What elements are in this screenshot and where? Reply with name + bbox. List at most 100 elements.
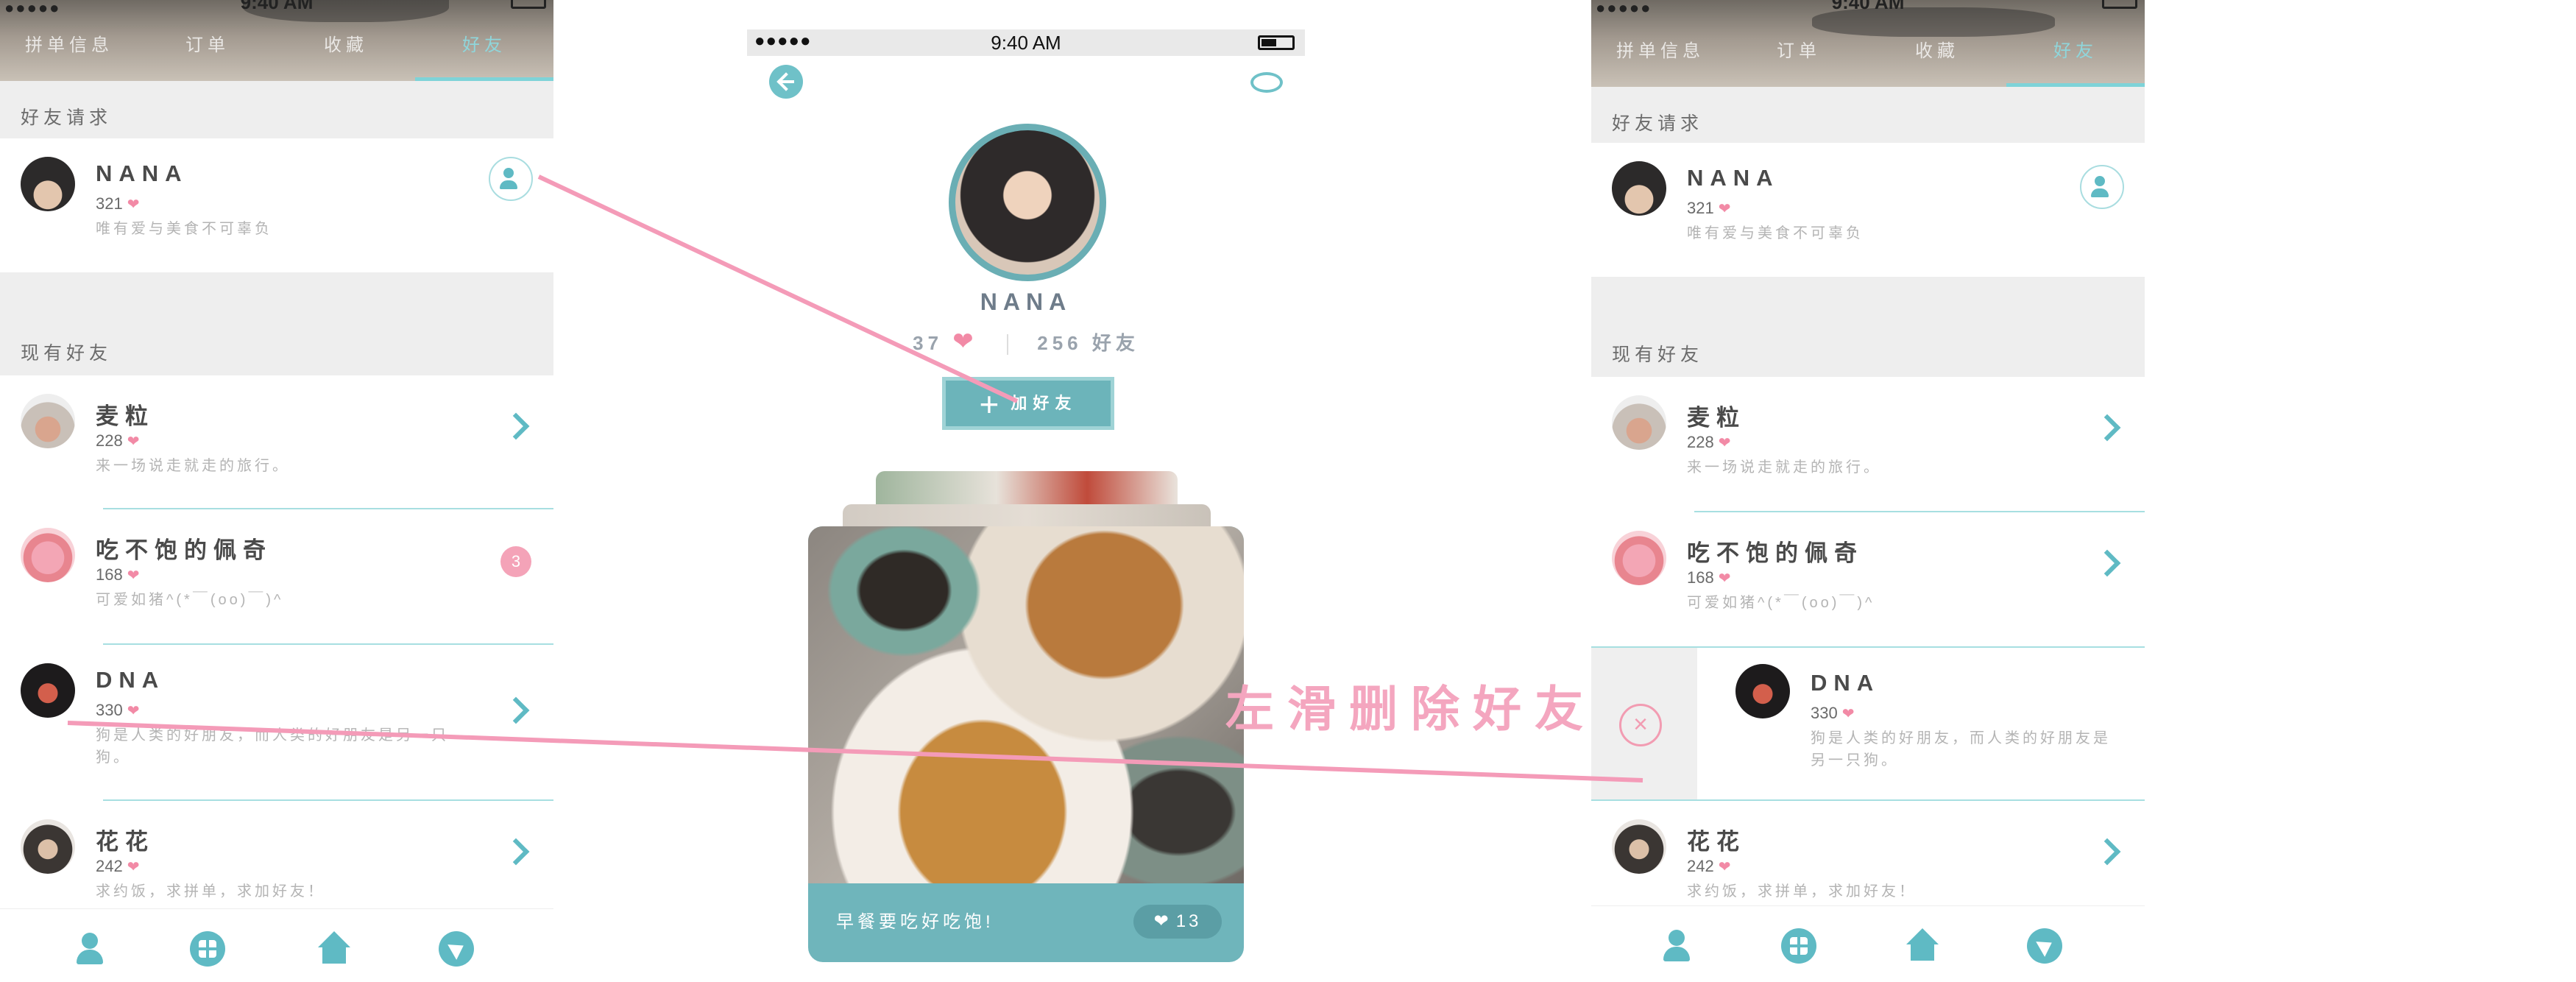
friend-bio: 可爱如猪^(*￣(oo)￣)^	[1687, 595, 1875, 611]
friend-name: NANA	[1687, 165, 1780, 191]
play-icon[interactable]	[2027, 928, 2062, 964]
friend-row[interactable]: 吃不饱的佩奇 168 ❤ 可爱如猪^(*￣(oo)￣)^ 3	[0, 509, 553, 642]
home-icon[interactable]	[316, 931, 352, 967]
friends-screen-right: ●●●●● 9:40 AM 拼单信息 订单 收藏 好友 好友请求 NANA 32…	[1591, 0, 2145, 982]
tab-orders[interactable]: 订单	[1730, 35, 1868, 87]
friend-name: DNA	[1811, 670, 1880, 696]
likes-count: 37	[913, 332, 944, 354]
friend-bio: 狗是人类的好朋友，而人类的好朋友是另一只狗。	[1811, 730, 2111, 769]
heart-icon: ❤	[127, 703, 140, 719]
avatar	[21, 528, 75, 582]
post-card[interactable]: 早餐要吃好吃饱! ❤ 13	[808, 526, 1244, 962]
avatar	[21, 394, 75, 448]
friend-request-row[interactable]: NANA 321 ❤ 唯有爱与美食不可辜负	[1591, 143, 2145, 275]
avatar	[21, 663, 75, 718]
friend-row[interactable]: 麦粒 228 ❤ 来一场说走就走的旅行。	[0, 375, 553, 508]
friend-requests-header: 好友请求	[0, 81, 553, 138]
tab-favorites[interactable]: 收藏	[277, 29, 415, 81]
chevron-right-icon[interactable]	[502, 696, 530, 724]
section-title: 好友请求	[21, 107, 113, 128]
close-icon[interactable]: ×	[1619, 704, 1662, 746]
heart-icon: ❤	[1718, 571, 1731, 587]
friend-name: 花花	[1687, 829, 1746, 855]
heart-icon: ❤	[1841, 706, 1855, 722]
person-icon[interactable]	[1659, 928, 1694, 964]
friend-row[interactable]: 花花 242 ❤ 求约饭，求拼单，求加好友！	[0, 801, 553, 904]
heart-icon: ❤	[127, 568, 140, 584]
home-icon[interactable]	[1905, 928, 1940, 964]
friend-name: 花花	[96, 829, 155, 855]
like-count: 228 ❤	[1687, 433, 1731, 451]
signal-indicator: ●●●●●	[1596, 0, 1652, 17]
friend-name: 吃不饱的佩奇	[96, 537, 272, 563]
status-bar: ●●●●● 9:40 AM	[747, 29, 1305, 56]
chevron-right-icon[interactable]	[2093, 549, 2121, 577]
post-caption: 早餐要吃好吃饱!	[836, 912, 994, 932]
status-time: 9:40 AM	[991, 32, 1061, 54]
person-icon[interactable]	[72, 931, 107, 967]
friend-row[interactable]: 麦粒 228 ❤ 来一场说走就走的旅行。	[1591, 377, 2145, 509]
tab-favorites[interactable]: 收藏	[1868, 35, 2006, 87]
like-count: 242 ❤	[1687, 857, 1731, 875]
battery-icon	[1258, 35, 1295, 50]
friend-request-row[interactable]: NANA 321 ❤ 唯有爱与美食不可辜负	[0, 138, 553, 271]
divider	[1007, 334, 1009, 356]
tab-group-order-info[interactable]: 拼单信息	[1591, 35, 1730, 87]
tab-group-order-info[interactable]: 拼单信息	[0, 29, 138, 81]
friend-bio: 可爱如猪^(*￣(oo)￣)^	[96, 592, 284, 608]
grid-icon[interactable]	[1781, 928, 1816, 964]
friend-name: 麦粒	[1687, 405, 1746, 431]
profile-stats: 37 ❤ 256 好友	[747, 327, 1305, 356]
tab-friends[interactable]: 好友	[2006, 35, 2145, 87]
chevron-right-icon[interactable]	[502, 838, 530, 866]
friend-row-swiped[interactable]: × DNA 330 ❤ 狗是人类的好朋友，而人类的好朋友是另一只狗。	[1591, 648, 2145, 802]
avatar	[1612, 531, 1666, 585]
like-count: 321 ❤	[1687, 199, 1731, 217]
grid-icon[interactable]	[190, 931, 225, 967]
section-title: 现有好友	[21, 343, 113, 364]
status-time: 9:40 AM	[240, 0, 314, 13]
chevron-right-icon[interactable]	[2093, 838, 2121, 866]
add-friend-icon[interactable]	[489, 157, 533, 201]
like-count: 168 ❤	[1687, 568, 1731, 587]
like-count: 228 ❤	[96, 431, 140, 450]
like-button[interactable]: ❤ 13	[1133, 905, 1222, 939]
chevron-right-icon[interactable]	[2093, 414, 2121, 442]
heart-icon: ❤	[1718, 859, 1731, 875]
existing-friends-header: 现有好友	[0, 272, 553, 375]
section-title: 好友请求	[1612, 113, 1704, 134]
friend-row[interactable]: DNA 330 ❤ 狗是人类的好朋友，而人类的好朋友是另一只狗。	[0, 645, 553, 799]
friend-bio: 唯有爱与美食不可辜负	[96, 221, 272, 237]
add-friend-icon[interactable]	[2080, 165, 2124, 209]
delete-action[interactable]: ×	[1591, 648, 1697, 802]
heart-icon: ❤	[127, 859, 140, 875]
swipe-delete-annotation: 左滑删除好友	[1225, 682, 1596, 736]
chevron-right-icon[interactable]	[502, 412, 530, 440]
section-title: 现有好友	[1612, 345, 1704, 365]
existing-friends-header: 现有好友	[1591, 277, 2145, 377]
header-banner: ●●●●● 9:40 AM 拼单信息 订单 收藏 好友	[1591, 0, 2145, 87]
tab-friends[interactable]: 好友	[415, 29, 553, 81]
play-icon[interactable]	[439, 931, 474, 967]
add-friend-label: 加好友	[1011, 394, 1078, 412]
chat-icon[interactable]	[1250, 72, 1283, 93]
bottom-nav	[0, 908, 553, 982]
like-count: 168 ❤	[96, 565, 140, 584]
heart-icon: ❤	[1153, 911, 1172, 931]
signal-indicator: ●●●●●	[4, 0, 61, 17]
friend-bio: 求约饭，求拼单，求加好友！	[96, 883, 325, 900]
friend-name: DNA	[96, 667, 166, 693]
add-friend-button[interactable]: + 加好友	[942, 377, 1114, 430]
plus-icon: +	[979, 385, 1005, 424]
avatar	[1612, 161, 1666, 216]
heart-icon: ❤	[1718, 435, 1731, 451]
friend-row[interactable]: 花花 242 ❤ 求约饭，求拼单，求加好友！	[1591, 801, 2145, 904]
status-time: 9:40 AM	[1831, 0, 1905, 13]
friend-bio: 来一场说走就走的旅行。	[96, 458, 290, 474]
bottom-nav	[1591, 905, 2145, 982]
tab-orders[interactable]: 订单	[138, 29, 277, 81]
like-count: 330 ❤	[1811, 704, 1855, 722]
back-arrow-icon[interactable]	[769, 65, 803, 99]
friend-row[interactable]: 吃不饱的佩奇 168 ❤ 可爱如猪^(*￣(oo)￣)^	[1591, 512, 2145, 645]
friend-name: 吃不饱的佩奇	[1687, 540, 1864, 566]
